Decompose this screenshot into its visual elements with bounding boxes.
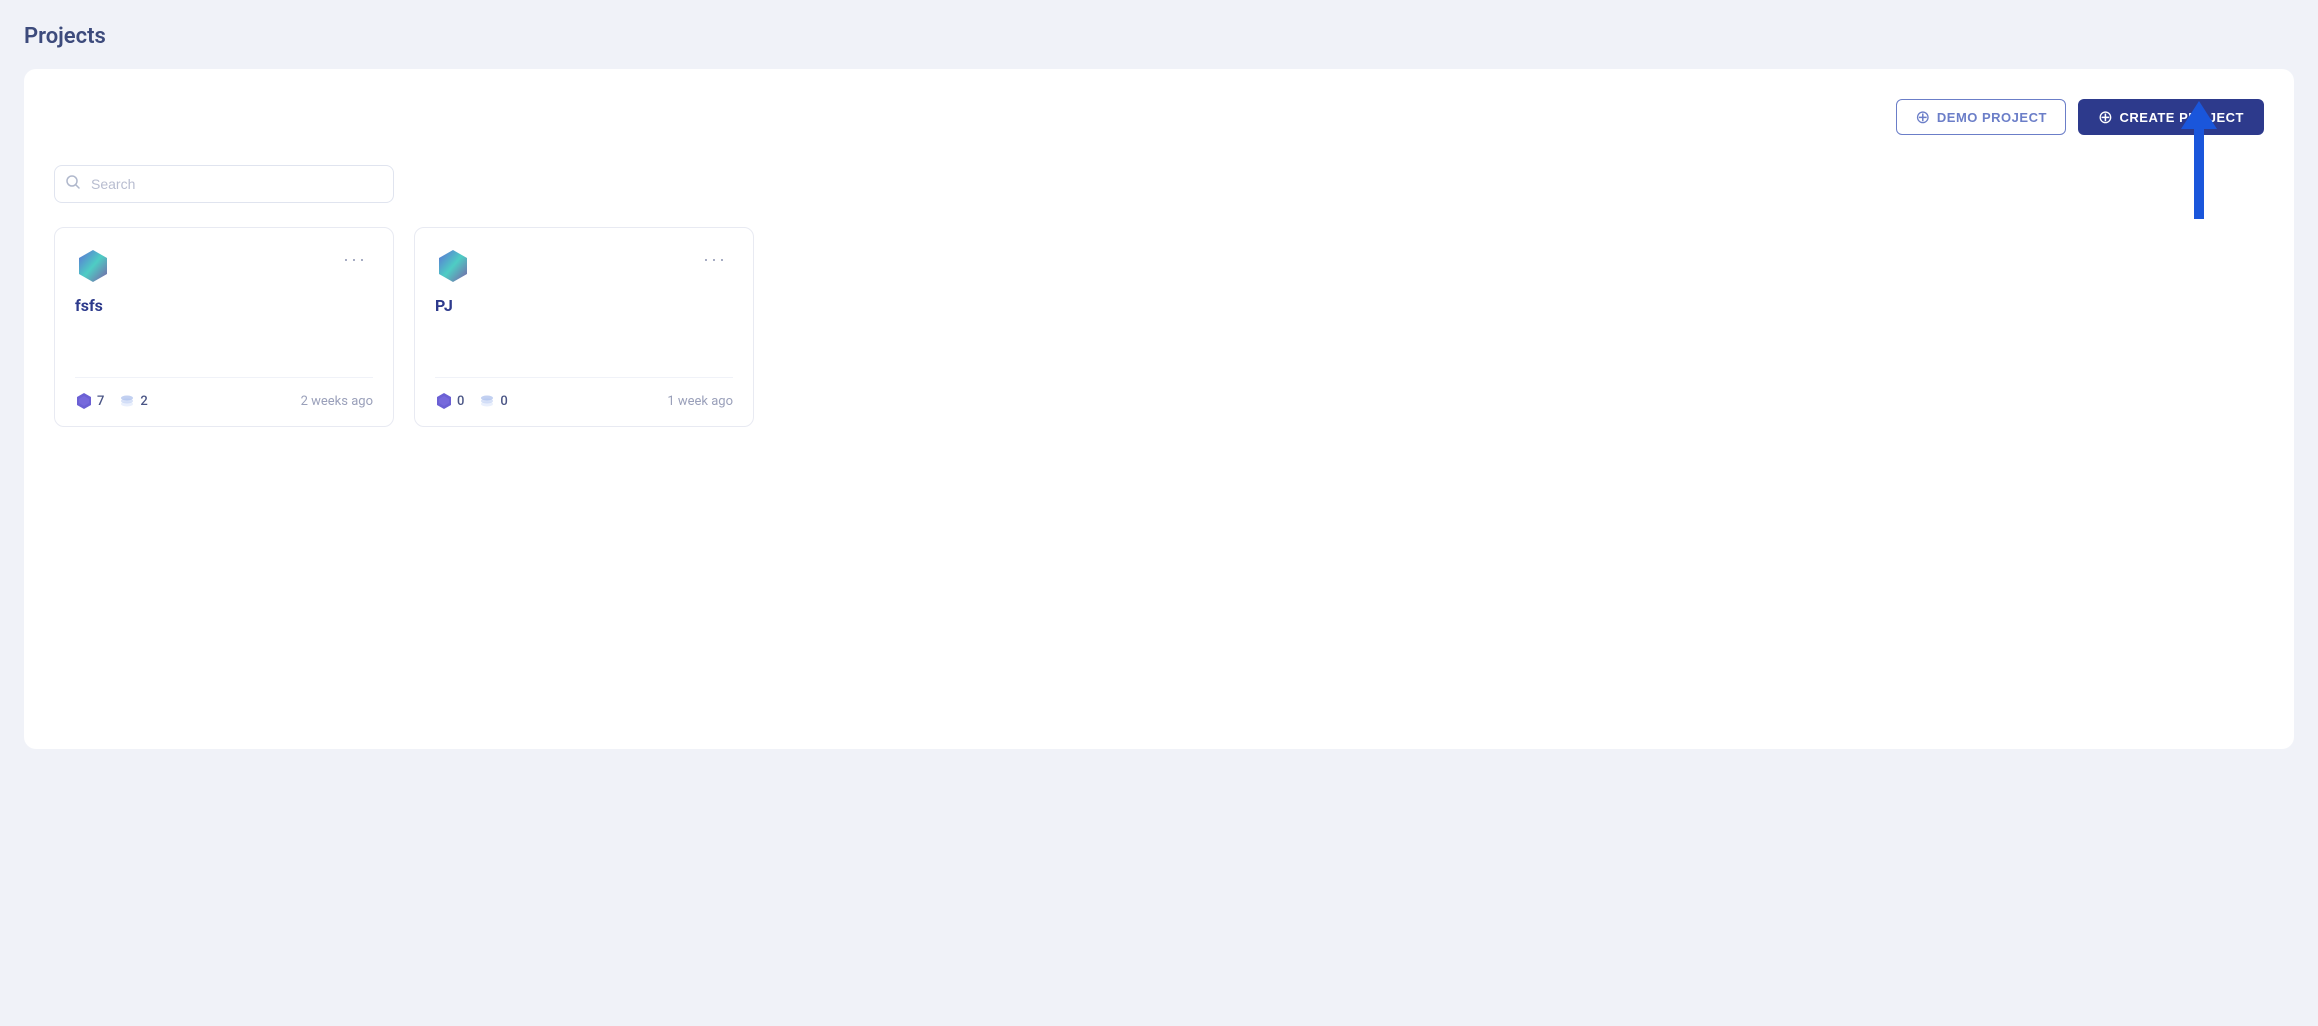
models-icon [435,392,453,410]
search-input[interactable] [54,165,394,203]
page-title: Projects [24,24,2294,49]
projects-grid: ··· fsfs 7 2 [54,227,2264,427]
card-header: ··· [435,248,733,284]
layers-count: 2 [140,394,147,409]
models-icon [75,392,93,410]
models-count: 7 [97,394,104,409]
demo-project-label: DEMO PROJECT [1937,110,2047,125]
toolbar: ⊕ DEMO PROJECT ⊕ CREATE PROJECT [54,99,2264,135]
more-menu-button[interactable]: ··· [337,248,373,270]
project-icon [435,248,471,284]
project-icon [75,248,111,284]
time-ago: 2 weeks ago [301,394,373,409]
project-name: PJ [435,296,733,331]
layers-icon [118,392,136,410]
search-container [54,165,394,203]
models-stat: 0 [435,392,464,410]
create-project-button[interactable]: ⊕ CREATE PROJECT [2078,99,2264,135]
card-footer: 0 0 1 week ago [435,377,733,410]
card-footer: 7 2 2 weeks ago [75,377,373,410]
project-card[interactable]: ··· fsfs 7 2 [54,227,394,427]
search-icon [66,175,80,193]
layers-count: 0 [500,394,507,409]
models-count: 0 [457,394,464,409]
models-stat: 7 [75,392,104,410]
layers-stat: 0 [478,392,507,410]
card-header: ··· [75,248,373,284]
arrow-annotation [2194,129,2204,219]
demo-plus-icon: ⊕ [1915,108,1931,126]
layers-icon [478,392,496,410]
layers-stat: 2 [118,392,147,410]
project-name: fsfs [75,296,373,331]
more-menu-button[interactable]: ··· [697,248,733,270]
project-card[interactable]: ··· PJ 0 0 [414,227,754,427]
create-plus-icon: ⊕ [2098,108,2114,126]
search-input-wrapper [54,165,394,203]
time-ago: 1 week ago [667,394,733,409]
arrow-head [2181,101,2217,129]
demo-project-button[interactable]: ⊕ DEMO PROJECT [1896,99,2066,135]
arrow-shaft [2194,129,2204,219]
main-container: ⊕ DEMO PROJECT ⊕ CREATE PROJECT [24,69,2294,749]
